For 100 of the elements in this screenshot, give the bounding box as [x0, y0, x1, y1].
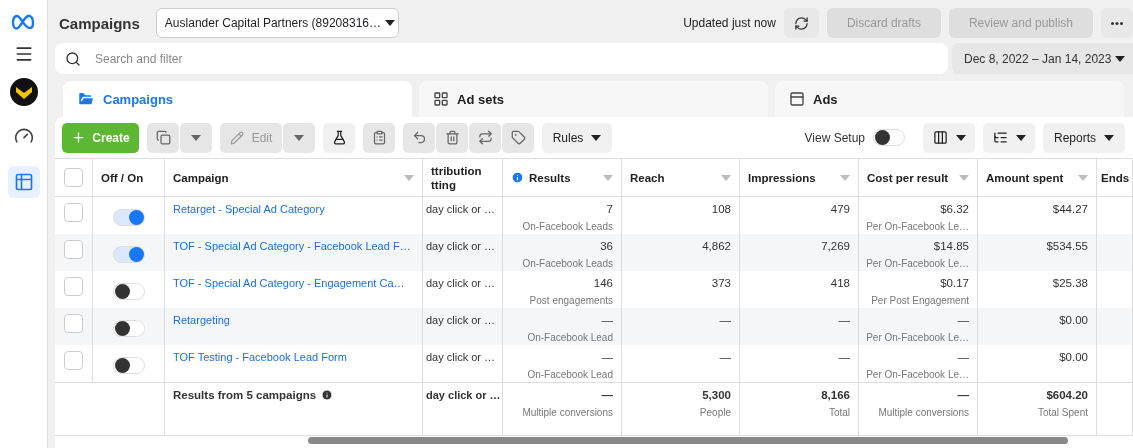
cell-value: 5,300	[702, 389, 731, 401]
columns-button[interactable]	[923, 122, 975, 153]
caret-icon	[840, 174, 850, 181]
rules-button[interactable]: Rules	[542, 122, 612, 153]
column-header[interactable]: Amount spent	[978, 159, 1097, 196]
columns-icon	[932, 130, 948, 145]
campaign-toggle[interactable]	[112, 246, 145, 263]
cell-value: 479	[830, 203, 850, 215]
undo-button[interactable]	[403, 122, 435, 153]
undo-icon	[411, 130, 427, 145]
tab[interactable]: Ad sets	[419, 81, 768, 117]
cell-caption: Post engagements	[529, 295, 613, 306]
meta-logo-icon	[10, 14, 37, 30]
cell-value: $25.38	[1052, 277, 1088, 289]
column-header[interactable]: ttribution tting	[423, 159, 503, 196]
campaign-link[interactable]: TOF Testing - Facebook Lead Form	[173, 351, 347, 363]
trash-icon	[444, 130, 460, 145]
avatar-icon[interactable]	[9, 78, 38, 106]
swap-button[interactable]	[469, 122, 501, 153]
search-field[interactable]: Search and filter	[55, 43, 948, 74]
caret-icon	[385, 20, 395, 26]
dropdown-button[interactable]	[180, 122, 212, 153]
date-range-button[interactable]: Dec 8, 2022 – Jan 14, 2023	[952, 43, 1133, 74]
cell-value: 418	[830, 277, 850, 289]
tab[interactable]: Campaigns	[63, 81, 412, 117]
column-header[interactable]: Reach	[622, 159, 740, 196]
refresh-icon	[793, 15, 809, 31]
column-header[interactable]: Cost per result	[859, 159, 978, 196]
campaign-link[interactable]: Retargeting	[173, 314, 230, 326]
caret-icon	[603, 174, 613, 181]
view-setup-toggle[interactable]	[873, 129, 905, 146]
row-checkbox[interactable]	[64, 240, 83, 259]
column-header[interactable]: Impressions	[740, 159, 859, 196]
campaign-link[interactable]: TOF - Special Ad Category - Engagement Ca…	[173, 277, 405, 289]
reports-button[interactable]: Reports	[1043, 122, 1125, 153]
copy-icon	[155, 130, 171, 145]
cell-value: —	[719, 351, 731, 363]
grid-icon	[433, 91, 449, 107]
scrollbar-thumb[interactable]	[308, 437, 1068, 444]
caret-icon	[191, 134, 201, 141]
more-button[interactable]	[1101, 8, 1133, 38]
cell-value: 36	[600, 240, 613, 252]
breakdown-button[interactable]	[983, 122, 1035, 153]
refresh-button[interactable]	[783, 8, 819, 38]
tab[interactable]: Ads	[775, 81, 1124, 117]
tag-icon	[510, 130, 526, 145]
account-dropdown[interactable]: Auslander Capital Partners (89208316…	[155, 8, 399, 38]
row-checkbox[interactable]	[64, 277, 83, 296]
caret-icon	[1078, 174, 1088, 181]
cell-value: —	[838, 314, 850, 326]
column-header[interactable]: Ends	[1097, 159, 1133, 196]
caret-icon	[1104, 134, 1114, 141]
gauge-icon	[13, 126, 34, 146]
cell-value: 8,166	[821, 389, 850, 401]
column-header[interactable]: Off / On	[93, 159, 165, 196]
cell-value: 7,269	[821, 240, 850, 252]
caret-icon	[404, 174, 414, 181]
update-status: Updated just now	[683, 16, 776, 30]
campaign-link[interactable]: Retarget - Special Ad Category	[173, 203, 325, 215]
cell-value: —	[957, 314, 969, 326]
cell-value: —	[719, 314, 731, 326]
campaign-toggle[interactable]	[112, 357, 145, 374]
tag-button[interactable]	[502, 122, 534, 153]
cell-caption: On-Facebook Leads	[522, 258, 613, 269]
column-header[interactable]: Campaign	[165, 159, 423, 196]
cell-value: $14.85	[933, 240, 969, 252]
cell-value: day click or …	[426, 240, 496, 252]
clipboard-button[interactable]	[363, 122, 395, 153]
delete-button[interactable]	[436, 122, 468, 153]
row-checkbox[interactable]	[64, 351, 83, 370]
caret-icon	[1115, 55, 1125, 62]
table-icon	[13, 172, 34, 192]
cell-value: —	[601, 389, 613, 401]
campaign-toggle[interactable]	[112, 320, 145, 337]
flask-button[interactable]	[323, 122, 355, 153]
cell-caption: Per On-Facebook Le…	[866, 369, 969, 380]
campaign-toggle[interactable]	[112, 283, 145, 300]
cell-value: —	[601, 351, 613, 363]
cell-value: $44.27	[1052, 203, 1088, 215]
cell-caption: On-Facebook Lead	[527, 332, 613, 343]
clipboard-icon	[371, 130, 387, 145]
cell-caption: Per Post Engagement	[871, 295, 969, 306]
row-checkbox[interactable]	[64, 203, 83, 222]
column-header[interactable]: Results	[503, 159, 622, 196]
caret-icon	[294, 134, 304, 141]
cell-value: day click or …	[426, 351, 496, 363]
select-all-checkbox[interactable]	[64, 168, 83, 187]
cell-caption: People	[699, 407, 731, 418]
cell-value: $0.00	[1059, 351, 1088, 363]
row-checkbox[interactable]	[64, 314, 83, 333]
cell-value: 146	[593, 277, 613, 289]
duplicate-button[interactable]	[147, 122, 179, 153]
caret-icon	[591, 134, 602, 141]
campaign-toggle[interactable]	[112, 209, 145, 226]
info-icon	[511, 171, 524, 184]
cell-caption: Per On-Facebook Le…	[866, 332, 969, 343]
campaign-link[interactable]: TOF - Special Ad Category - Facebook Lead F…	[173, 240, 411, 252]
dropdown-button[interactable]	[283, 122, 315, 153]
cell-caption: Total Spent	[1037, 407, 1088, 418]
sidebar-item[interactable]	[7, 166, 40, 198]
